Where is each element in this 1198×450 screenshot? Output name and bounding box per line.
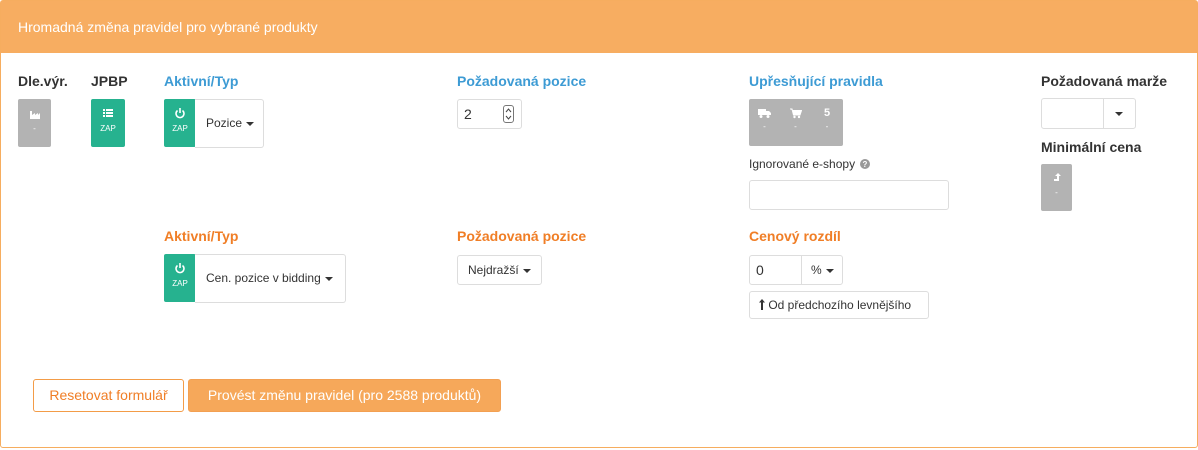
five-value: - [825, 122, 829, 131]
aktivni-type-dropdown-2[interactable]: Cen. pozice v bidding [195, 254, 346, 303]
rozdil-value: 0 [756, 262, 764, 278]
cart-value: - [794, 122, 797, 131]
bulk-rules-panel: Hromadná změna pravidel pro vybrané prod… [0, 0, 1198, 448]
aktivni-type-value-2: Cen. pozice v bidding [206, 271, 321, 285]
rozdil-unit: % [811, 263, 822, 277]
od-predchoziho-button[interactable]: Od předchozího levnějšího [749, 291, 929, 319]
pozadovana-pozice-label: Požadovaná pozice [457, 73, 587, 89]
chevron-down-icon [522, 268, 531, 273]
marze-dropdown-button[interactable] [1103, 98, 1136, 129]
list-icon [103, 109, 113, 117]
pozice-dropdown-2[interactable]: Nejdražší [457, 255, 542, 285]
number-spinner[interactable] [503, 105, 514, 123]
aktivni-toggle-2[interactable]: ZAP [164, 254, 196, 302]
cenovy-rozdil-label: Cenový rozdíl [749, 228, 841, 244]
reset-form-button[interactable]: Resetovat formulář [33, 379, 184, 412]
panel-title: Hromadná změna pravidel pro vybrané prod… [1, 1, 1197, 53]
pozadovana-marze-label: Požadovaná marže [1041, 73, 1168, 89]
pozadovana-pozice-label-2: Požadovaná pozice [457, 228, 587, 244]
truck-toggle[interactable]: - [749, 99, 780, 146]
cart-icon [789, 108, 802, 119]
aktivni-type-dropdown[interactable]: Pozice [195, 99, 264, 148]
ignorovane-input[interactable] [749, 180, 949, 210]
five-label: 5 [823, 107, 831, 119]
rozdil-input[interactable]: 0 [749, 255, 802, 285]
jpbp-label: JPBP [91, 73, 128, 89]
dle-vyr-label: Dle.výr. [18, 73, 68, 89]
ignorovane-label: Ignorované e-shopy ? [749, 157, 871, 171]
upresnujici-tiles: - - 5 - [749, 99, 843, 146]
aktivni-typ-label-2: Aktivní/Typ [164, 228, 239, 244]
aktivni-typ-label: Aktivní/Typ [164, 73, 239, 89]
aktivni-state-2: ZAP [172, 279, 188, 288]
arrow-up-corner-icon [1053, 173, 1061, 181]
marze-input[interactable] [1041, 98, 1104, 129]
aktivni-state: ZAP [172, 124, 188, 133]
truck-icon [758, 109, 771, 118]
apply-rules-button[interactable]: Provést změnu pravidel (pro 2588 produkt… [188, 379, 501, 412]
aktivni-toggle[interactable]: ZAP [164, 99, 196, 147]
dle-vyr-toggle[interactable]: - [18, 99, 51, 147]
jpbp-state: ZAP [100, 124, 116, 133]
chevron-down-icon [1115, 112, 1123, 116]
aktivni-type-value: Pozice [206, 116, 243, 130]
upresnujici-label: Upřesňující pravidla [749, 73, 883, 89]
power-icon [175, 108, 185, 119]
rozdil-unit-dropdown[interactable]: % [801, 255, 843, 285]
truck-value: - [763, 122, 766, 131]
spinner-arrows-icon [505, 108, 512, 120]
question-circle-icon[interactable]: ? [860, 159, 871, 169]
svg-text:?: ? [863, 160, 868, 169]
min-cena-value: - [1055, 188, 1058, 197]
chevron-down-icon [246, 121, 255, 126]
min-cena-toggle[interactable]: - [1041, 164, 1072, 211]
jpbp-toggle[interactable]: ZAP [91, 99, 125, 147]
five-toggle[interactable]: 5 - [811, 99, 843, 146]
pozice-value-2: Nejdražší [468, 263, 519, 277]
power-icon [175, 263, 185, 274]
chevron-down-icon [825, 268, 834, 273]
factory-icon [29, 111, 40, 119]
minimalni-cena-label: Minimální cena [1041, 139, 1142, 155]
cart-toggle[interactable]: - [780, 99, 811, 146]
dle-vyr-value: - [33, 124, 36, 133]
arrow-up-icon [759, 299, 765, 310]
pozice-value: 2 [464, 106, 472, 122]
pozice-number-input[interactable]: 2 [457, 99, 522, 129]
od-predchoziho-label: Od předchozího levnějšího [768, 298, 912, 312]
ignorovane-text: Ignorované e-shopy [749, 157, 856, 171]
chevron-down-icon [324, 276, 333, 281]
